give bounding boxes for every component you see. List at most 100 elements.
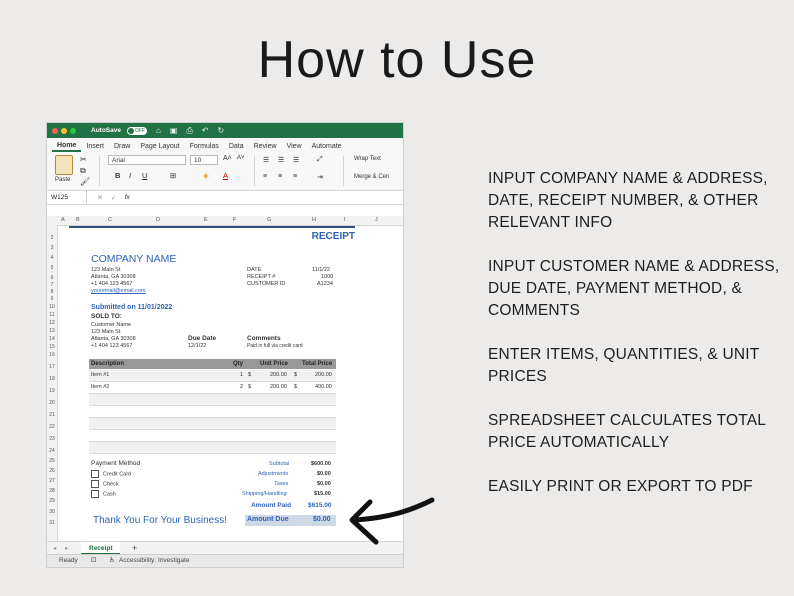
- row-header[interactable]: 28: [47, 488, 57, 494]
- font-name-select[interactable]: Arial: [108, 155, 186, 165]
- home-icon[interactable]: ⌂: [156, 126, 161, 135]
- payment-option[interactable]: Cash: [91, 490, 116, 498]
- underline-button[interactable]: U: [142, 171, 147, 180]
- row-header[interactable]: 22: [47, 424, 57, 430]
- row-header[interactable]: 17: [47, 364, 57, 370]
- align-top-icon[interactable]: ☰: [263, 156, 269, 164]
- decrease-font-icon[interactable]: A˅: [237, 155, 245, 161]
- row-header[interactable]: 26: [47, 468, 57, 474]
- table-row[interactable]: [89, 394, 336, 406]
- cancel-icon[interactable]: ✕: [97, 194, 103, 202]
- autosave-toggle[interactable]: OFF: [126, 126, 147, 135]
- undo-icon[interactable]: ↶: [202, 126, 209, 135]
- table-row[interactable]: Item #2 2 $ 200.00 $ 400.00: [89, 382, 336, 394]
- row-header[interactable]: 30: [47, 509, 57, 515]
- row-header[interactable]: 20: [47, 400, 57, 406]
- scroll-right-icon[interactable]: ▸: [65, 544, 68, 552]
- cut-icon[interactable]: ✂: [80, 155, 87, 164]
- table-row[interactable]: [89, 418, 336, 430]
- row-header[interactable]: 25: [47, 458, 57, 464]
- scroll-left-icon[interactable]: ◂: [53, 544, 56, 552]
- row-header[interactable]: 24: [47, 448, 57, 454]
- row-header[interactable]: 29: [47, 498, 57, 504]
- accessibility-icon[interactable]: ♿: [109, 556, 115, 564]
- tab-insert[interactable]: Insert: [81, 143, 109, 152]
- column-header[interactable]: B: [76, 217, 80, 223]
- row-header[interactable]: 14: [47, 336, 57, 342]
- tab-home[interactable]: Home: [52, 142, 82, 152]
- fx-icon[interactable]: fx: [125, 194, 130, 201]
- macro-icon[interactable]: ⊡: [91, 556, 97, 564]
- indent-icon[interactable]: ⇥: [317, 173, 323, 181]
- row-header[interactable]: 27: [47, 478, 57, 484]
- payment-option[interactable]: Credit Card: [91, 470, 131, 478]
- font-size-select[interactable]: 10: [190, 155, 218, 165]
- company-email[interactable]: youremail@email.com: [91, 288, 146, 294]
- format-painter-icon[interactable]: 🖌: [80, 177, 90, 186]
- row-header[interactable]: 11: [47, 312, 57, 318]
- row-header[interactable]: 3: [47, 245, 57, 251]
- row-header[interactable]: 19: [47, 388, 57, 394]
- column-header[interactable]: E: [204, 217, 208, 223]
- wrap-text-button[interactable]: Wrap Text: [354, 156, 381, 162]
- close-window-button[interactable]: [52, 127, 58, 134]
- tab-review[interactable]: Review: [249, 143, 282, 152]
- add-sheet-button[interactable]: +: [132, 543, 137, 553]
- table-row[interactable]: [89, 442, 336, 454]
- tab-view[interactable]: View: [282, 143, 307, 152]
- row-header[interactable]: 31: [47, 520, 57, 526]
- save-icon[interactable]: ▣: [170, 126, 178, 135]
- row-header[interactable]: 12: [47, 320, 57, 326]
- row-header[interactable]: 23: [47, 436, 57, 442]
- bold-button[interactable]: B: [115, 171, 120, 180]
- increase-font-icon[interactable]: A˄: [223, 155, 232, 162]
- row-header[interactable]: 7: [47, 282, 57, 288]
- column-header[interactable]: G: [267, 217, 271, 223]
- row-header[interactable]: 6: [47, 275, 57, 281]
- tab-page-layout[interactable]: Page Layout: [135, 143, 184, 152]
- merge-center-button[interactable]: Merge & Cen: [354, 174, 389, 180]
- column-header[interactable]: C: [108, 217, 112, 223]
- tab-formulas[interactable]: Formulas: [185, 143, 224, 152]
- print-icon[interactable]: ⎙: [186, 126, 192, 136]
- tab-automate[interactable]: Automate: [307, 143, 347, 152]
- orientation-icon[interactable]: ⤢: [317, 156, 323, 164]
- row-header[interactable]: 15: [47, 344, 57, 350]
- align-right-icon[interactable]: ≡: [293, 173, 297, 180]
- font-color-icon[interactable]: A: [223, 171, 228, 180]
- column-header[interactable]: J: [375, 217, 378, 223]
- confirm-icon[interactable]: ✓: [111, 194, 117, 202]
- row-header[interactable]: 5: [47, 265, 57, 271]
- row-header[interactable]: 2: [47, 235, 57, 241]
- tab-draw[interactable]: Draw: [109, 143, 135, 152]
- row-header[interactable]: 16: [47, 352, 57, 358]
- column-header[interactable]: H: [312, 217, 316, 223]
- column-header[interactable]: D: [156, 217, 160, 223]
- row-header[interactable]: 10: [47, 304, 57, 310]
- row-header[interactable]: 8: [47, 289, 57, 295]
- paste-icon[interactable]: [55, 155, 73, 175]
- italic-button[interactable]: I: [129, 171, 131, 180]
- table-row[interactable]: [89, 406, 336, 418]
- name-box[interactable]: W125: [47, 191, 87, 204]
- align-middle-icon[interactable]: ☰: [278, 156, 284, 164]
- row-header[interactable]: 13: [47, 328, 57, 334]
- copy-icon[interactable]: ⧉: [80, 166, 86, 176]
- column-header[interactable]: F: [233, 217, 236, 223]
- payment-option[interactable]: Check: [91, 480, 119, 488]
- zoom-window-button[interactable]: [70, 127, 76, 134]
- redo-icon[interactable]: ↻: [218, 126, 225, 135]
- checkbox[interactable]: [91, 470, 99, 478]
- row-header[interactable]: 18: [47, 376, 57, 382]
- row-header[interactable]: 21: [47, 412, 57, 418]
- accessibility-status[interactable]: Accessibility: Investigate: [119, 557, 189, 564]
- row-header[interactable]: 9: [47, 296, 57, 302]
- table-row[interactable]: [89, 430, 336, 442]
- checkbox[interactable]: [91, 490, 99, 498]
- tab-data[interactable]: Data: [224, 143, 249, 152]
- checkbox[interactable]: [91, 480, 99, 488]
- borders-icon[interactable]: ⊞: [170, 171, 176, 180]
- column-header[interactable]: I: [344, 217, 346, 223]
- column-header[interactable]: A: [61, 217, 65, 223]
- align-left-icon[interactable]: ≡: [263, 173, 267, 180]
